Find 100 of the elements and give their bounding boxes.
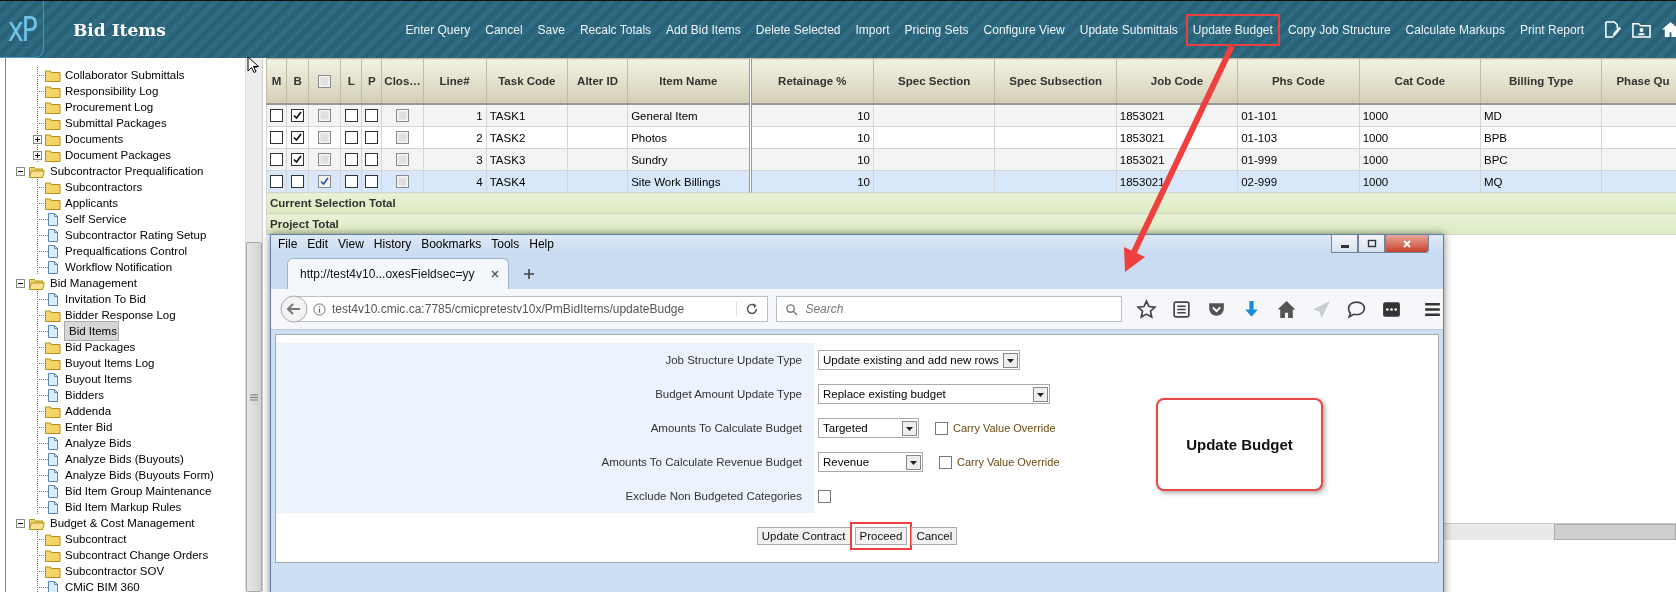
checkbox[interactable]	[344, 175, 358, 188]
checkbox[interactable]	[344, 109, 358, 122]
tree-item[interactable]: Submittal Packages	[64, 117, 168, 129]
bookmark-star-icon[interactable]	[1136, 298, 1157, 320]
tree-item[interactable]: Enter Bid	[64, 421, 114, 433]
checkbox[interactable]	[365, 109, 379, 122]
checkbox[interactable]	[270, 153, 284, 166]
checkbox[interactable]	[395, 131, 409, 144]
dropdown[interactable]: Update existing and add new rows	[818, 350, 1020, 370]
column-header[interactable]: B	[293, 75, 302, 87]
collapse-toggle-icon[interactable]	[16, 166, 25, 176]
dropdown[interactable]: Targeted	[818, 418, 919, 438]
toolbar-button[interactable]: Cancel	[478, 13, 530, 46]
tree-item[interactable]: Self Service	[64, 213, 128, 225]
tree-item[interactable]: Bid Item Group Maintenance	[64, 485, 213, 497]
form-button[interactable]: Update Contract	[756, 527, 851, 545]
sidebar-scrollbar[interactable]	[245, 58, 262, 592]
tree-item[interactable]: Subcontractor SOV	[64, 565, 166, 577]
column-header[interactable]: Spec Subsection	[1009, 75, 1102, 87]
checkbox[interactable]	[818, 489, 831, 503]
menu-item[interactable]: Bookmarks	[416, 237, 487, 251]
tree-item[interactable]: Budget & Cost Management	[49, 517, 196, 529]
checkbox[interactable]	[365, 131, 379, 144]
toolbar-button[interactable]: Update Submittals	[1072, 13, 1185, 46]
toolbar-button[interactable]: Recalc Totals	[572, 13, 659, 46]
checkbox[interactable]	[270, 109, 284, 122]
toolbar-button[interactable]: Enter Query	[398, 13, 478, 46]
back-button[interactable]	[280, 295, 308, 323]
checkbox[interactable]	[395, 153, 409, 166]
tree-item[interactable]: Bid Packages	[64, 341, 137, 353]
column-header[interactable]: Task Code	[498, 75, 556, 87]
toolbar-button[interactable]: Import	[848, 13, 897, 46]
edit-icon[interactable]	[1603, 20, 1622, 39]
tree-item[interactable]: Applicants	[64, 197, 120, 209]
menu-item[interactable]: View	[333, 237, 369, 251]
tree-item[interactable]: Document Packages	[64, 149, 173, 161]
tree-item[interactable]: Responsibility Log	[64, 85, 160, 97]
tree-item[interactable]: Collaborator Submittals	[64, 69, 186, 81]
column-header[interactable]: Spec Section	[898, 75, 971, 87]
toolbar-button[interactable]: Copy Job Structure	[1280, 13, 1398, 46]
home-icon[interactable]	[1276, 298, 1297, 320]
tree-item[interactable]: Buyout Items	[64, 373, 134, 385]
tree-item[interactable]: Addenda	[64, 405, 113, 417]
toolbar-button[interactable]: Delete Selected	[748, 13, 848, 46]
checkbox[interactable]	[395, 175, 409, 188]
column-header[interactable]: Cat Code	[1394, 75, 1446, 87]
maximize-button[interactable]	[1358, 235, 1385, 253]
column-header[interactable]: M	[271, 75, 282, 87]
tree-item[interactable]: Documents	[64, 133, 125, 145]
expand-toggle-icon[interactable]	[33, 134, 42, 144]
tree-item[interactable]: Bid Management	[49, 277, 138, 289]
checkbox[interactable]	[344, 131, 358, 144]
tree-item[interactable]: Bid Items	[64, 321, 119, 341]
tree-item[interactable]: Subcontractor Prequalification	[49, 165, 205, 177]
menu-item[interactable]: Tools	[486, 237, 525, 251]
menu-item[interactable]: Help	[524, 237, 559, 251]
browser-tab[interactable]: http://test4v10...oxesFieldsec=yy	[287, 258, 509, 289]
tree-item[interactable]: Subcontractor Rating Setup	[64, 229, 208, 241]
checkbox[interactable]	[291, 153, 305, 166]
toolbar-button[interactable]: Configure View	[976, 13, 1072, 46]
column-header[interactable]: Billing Type	[1509, 75, 1574, 87]
checkbox[interactable]	[270, 131, 284, 144]
checkbox[interactable]	[318, 131, 332, 144]
tree-item[interactable]: Bid Item Markup Rules	[64, 501, 183, 513]
checkbox[interactable]	[270, 175, 284, 188]
tree-item[interactable]: Analyze Bids (Buyouts Form)	[64, 469, 215, 481]
checkbox[interactable]	[939, 455, 952, 469]
tree-item[interactable]: Subcontract Change Orders	[64, 549, 210, 561]
tree-item[interactable]: Analyze Bids	[64, 437, 133, 449]
collapse-toggle-icon[interactable]	[16, 278, 25, 288]
column-header[interactable]: Line#	[439, 75, 470, 87]
tree-item[interactable]: Bidder Response Log	[64, 309, 177, 321]
tree-item[interactable]: Procurement Log	[64, 101, 155, 113]
checkbox[interactable]	[291, 131, 305, 144]
checkbox[interactable]	[318, 153, 332, 166]
column-header[interactable]: Phs Code	[1271, 75, 1325, 87]
info-icon[interactable]	[313, 302, 326, 316]
home-icon[interactable]	[1661, 20, 1676, 39]
tree-item[interactable]: Workflow Notification	[64, 261, 174, 273]
menu-item[interactable]: Edit	[302, 237, 334, 251]
column-header[interactable]: Job Code	[1150, 75, 1204, 87]
tree-item[interactable]: Invitation To Bid	[64, 293, 147, 305]
checkbox[interactable]	[318, 175, 332, 188]
column-header[interactable]: Alter ID	[577, 75, 618, 87]
contact-folder-icon[interactable]	[1632, 20, 1651, 39]
column-header[interactable]: Retainage %	[778, 75, 847, 87]
search-box[interactable]: Search	[776, 296, 1122, 322]
toolbar-button[interactable]: Update Budget	[1185, 13, 1280, 46]
toolbar-button[interactable]: Print Report	[1512, 13, 1591, 46]
toolbar-button[interactable]: Save	[530, 13, 572, 46]
tree-item[interactable]: Prequalfications Control	[64, 245, 189, 257]
toolbar-button[interactable]: Add Bid Items	[659, 13, 748, 46]
checkbox[interactable]	[365, 153, 379, 166]
close-tab-icon[interactable]	[490, 269, 500, 279]
toolbar-button[interactable]: Calculate Markups	[1398, 13, 1512, 46]
tree-item[interactable]: Buyout Items Log	[64, 357, 156, 369]
tree-item[interactable]: Subcontractors	[64, 181, 144, 193]
chat-bubble-icon[interactable]	[1346, 298, 1367, 320]
column-header[interactable]: P	[368, 75, 376, 87]
close-button[interactable]	[1385, 235, 1429, 253]
